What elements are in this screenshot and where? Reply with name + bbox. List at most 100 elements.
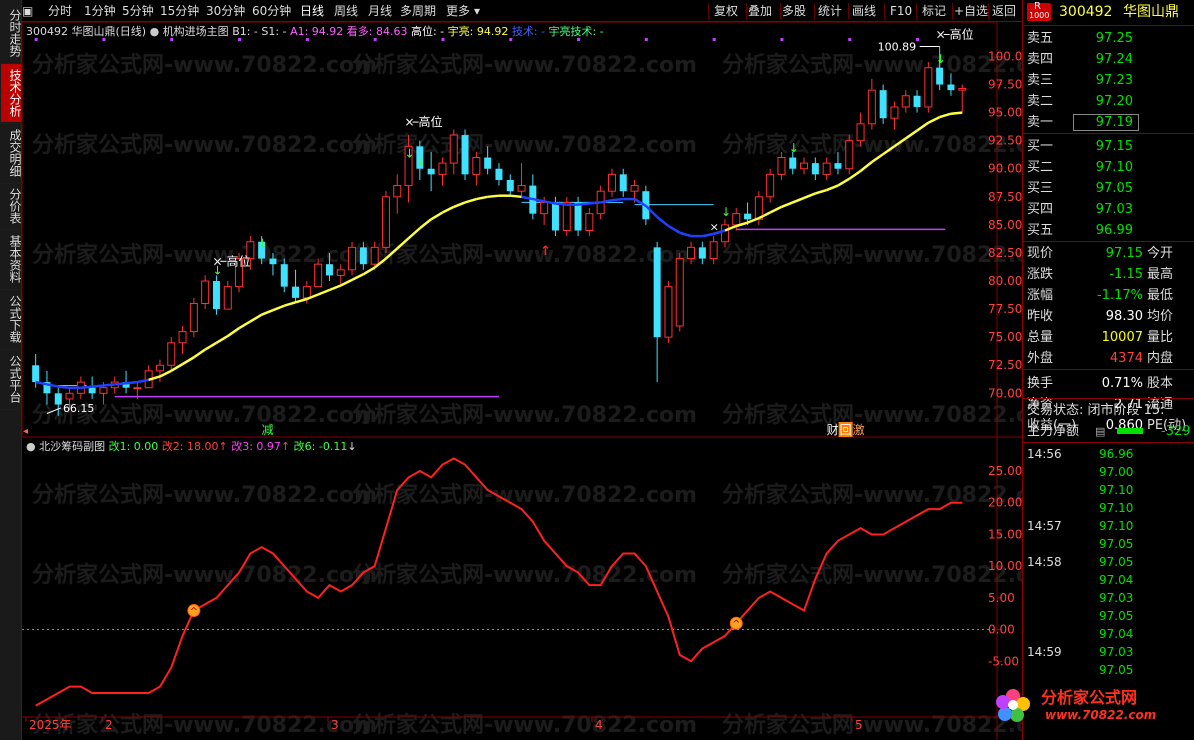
tab-1min[interactable]: 1分钟 bbox=[84, 3, 116, 19]
price-tick-label: 85.00 bbox=[988, 218, 1022, 232]
candle-body bbox=[393, 185, 402, 198]
vtab-jiben[interactable]: 基本资料 bbox=[1, 230, 22, 288]
tick-row: 14:56 96.96 bbox=[1023, 445, 1194, 463]
purple-dot bbox=[644, 38, 648, 41]
list-icon[interactable]: ▤ bbox=[1095, 421, 1105, 442]
tick-row: 97.10 bbox=[1023, 499, 1194, 517]
watermark-text: 分析家公式网-www.70822.com bbox=[32, 132, 377, 158]
ma-segment bbox=[939, 112, 952, 119]
candle-body bbox=[698, 247, 706, 259]
ma-segment bbox=[181, 356, 195, 366]
price-tick-label: 70.00 bbox=[988, 386, 1022, 400]
ma-segment bbox=[430, 211, 444, 221]
candle-body bbox=[901, 95, 910, 108]
tab-30min[interactable]: 30分钟 bbox=[206, 3, 245, 19]
sell-price: 97.24 bbox=[1095, 52, 1133, 67]
candle-body bbox=[336, 269, 345, 276]
yuliangjishu-value: 宇亮技术: - bbox=[548, 25, 604, 38]
candle-body bbox=[811, 163, 819, 175]
sell-label: 卖四 bbox=[1027, 52, 1054, 67]
ma-segment bbox=[837, 177, 850, 187]
vtab-jishu[interactable]: 技术分析 bbox=[1, 64, 22, 122]
sell-row: 卖三 97.23 bbox=[1023, 70, 1194, 91]
watermark-text: 分析家公式网-www.70822.com bbox=[352, 402, 697, 428]
tick-price: 97.10 bbox=[1099, 483, 1134, 497]
ma-segment bbox=[317, 288, 330, 296]
time-tick-label: 5 bbox=[855, 718, 863, 732]
formula-name[interactable]: 机构进场主图 bbox=[163, 25, 229, 38]
tick-price: 97.05 bbox=[1099, 555, 1134, 569]
sub-info-line: ● 北沙筹码副图 改1: 0.00 改2: 18.00↑ 改3: 0.97↑ 改… bbox=[26, 439, 357, 455]
kline-chart[interactable]: 分析家公式网-www.70822.com 分析家公式网-www.70822.com… bbox=[22, 22, 1022, 740]
tick-row: 14:58 97.05 bbox=[1023, 553, 1194, 571]
candle-body bbox=[766, 173, 775, 198]
tongji-button[interactable]: 统计 bbox=[818, 3, 842, 19]
menu-box-icon[interactable]: ▣ bbox=[22, 3, 33, 19]
candle-body bbox=[155, 364, 164, 372]
ma-segment bbox=[510, 194, 522, 199]
tick-row: 97.05 bbox=[1023, 607, 1194, 625]
tab-multi-period[interactable]: 多周期 bbox=[400, 3, 436, 19]
tab-15min[interactable]: 15分钟 bbox=[160, 3, 199, 19]
candle-body bbox=[99, 387, 108, 394]
tab-60min[interactable]: 60分钟 bbox=[252, 3, 291, 19]
tab-5min[interactable]: 5分钟 bbox=[122, 3, 154, 19]
candle-body bbox=[744, 213, 752, 220]
candle-body bbox=[325, 264, 333, 276]
tab-weekly[interactable]: 周线 bbox=[334, 3, 358, 19]
formula-toggle-icon[interactable]: ● bbox=[150, 25, 160, 38]
vtab-gongshi-pingtai[interactable]: 公式平台 bbox=[1, 350, 22, 408]
green-down-arrow-icon: ↓ bbox=[789, 141, 799, 155]
sub-formula-toggle-icon[interactable]: ● bbox=[26, 440, 36, 453]
f10-button[interactable]: F10 bbox=[890, 3, 912, 19]
add-watchlist-button[interactable]: +自选 bbox=[954, 3, 988, 19]
main-net-row: 主力净额 ▤ -329 bbox=[1023, 421, 1194, 442]
sell-label: 卖一 bbox=[1027, 115, 1054, 130]
vtab-gongshi-xiazai[interactable]: 公式下载 bbox=[1, 290, 22, 348]
biaoji-button[interactable]: 标记 bbox=[922, 3, 946, 19]
candle-body bbox=[675, 258, 684, 327]
vtab-fenshi[interactable]: 分时走势 bbox=[1, 4, 22, 62]
ma-segment bbox=[204, 341, 218, 351]
ma-segment bbox=[92, 384, 104, 388]
candle-body bbox=[687, 246, 696, 260]
ma-segment bbox=[589, 201, 601, 205]
watermark-layer: 分析家公式网-www.70822.com 分析家公式网-www.70822.com… bbox=[32, 52, 1022, 738]
candle-body bbox=[292, 286, 300, 298]
price-tick-label: 100.0 bbox=[988, 49, 1022, 63]
tick-price: 97.10 bbox=[1099, 519, 1134, 533]
sub-tick-label: 20.00 bbox=[988, 496, 1022, 510]
stat-row: 涨跌 -1.15 最高 bbox=[1023, 264, 1194, 285]
tick-price: 96.96 bbox=[1099, 447, 1134, 461]
sell-price: 97.23 bbox=[1095, 73, 1133, 88]
candle-body bbox=[540, 201, 549, 215]
ma-segment bbox=[611, 197, 624, 202]
candle-body bbox=[201, 280, 210, 304]
diejia-button[interactable]: 叠加 bbox=[748, 3, 772, 19]
selected-price-box[interactable] bbox=[1073, 114, 1139, 131]
sub-chart-title[interactable]: 北沙筹码副图 bbox=[39, 440, 105, 453]
huaxian-button[interactable]: 画线 bbox=[852, 3, 876, 19]
buy-price: 96.99 bbox=[1095, 223, 1133, 238]
stat-value: 0.71% bbox=[1101, 376, 1143, 391]
vtab-fenjia[interactable]: 分价表 bbox=[1, 184, 22, 228]
candle-body bbox=[314, 263, 323, 288]
duogu-button[interactable]: 多股 bbox=[782, 3, 806, 19]
jishu-value: 技术: - bbox=[511, 25, 546, 38]
tab-fenshi[interactable]: 分时 bbox=[48, 3, 72, 19]
gaowei-label: 高位 bbox=[419, 114, 443, 129]
sell-row: 卖一 97.19 bbox=[1023, 112, 1194, 133]
tab-monthly[interactable]: 月线 bbox=[368, 3, 392, 19]
time-tick-label: 3 bbox=[331, 718, 339, 732]
ma-segment bbox=[702, 232, 714, 238]
more-dropdown-icon[interactable]: ▾ bbox=[474, 3, 480, 19]
candle-body bbox=[607, 173, 616, 192]
vtab-chengjiao[interactable]: 成交明细 bbox=[1, 124, 22, 182]
tab-more[interactable]: 更多 bbox=[446, 3, 470, 19]
ma-segment bbox=[814, 188, 828, 195]
tab-daily[interactable]: 日线 bbox=[300, 3, 324, 19]
logo-url: www.70822.com bbox=[1045, 708, 1157, 722]
tick-time: 14:59 bbox=[1027, 645, 1062, 659]
fuquan-button[interactable]: 复权 bbox=[714, 3, 738, 19]
back-button[interactable]: 返回 bbox=[992, 3, 1016, 19]
